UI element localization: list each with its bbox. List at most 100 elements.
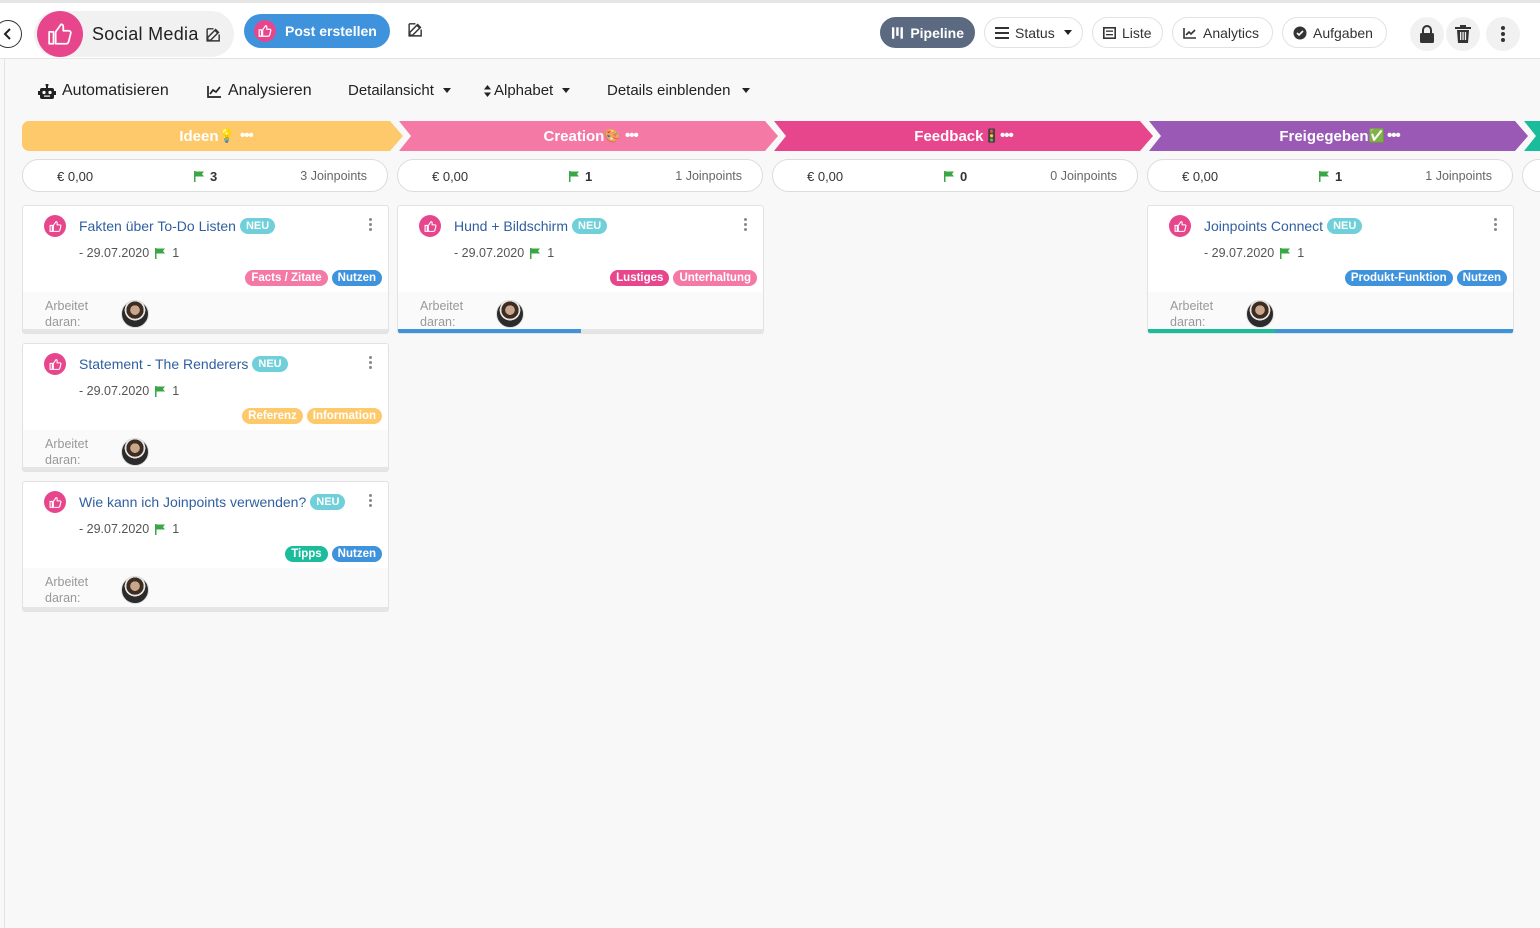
card-meta: - 29.07.2020 1 [454, 246, 554, 260]
card-menu-button[interactable] [369, 494, 372, 507]
new-badge: NEU [310, 494, 346, 510]
new-badge: NEU [1327, 218, 1363, 234]
stage-count: 1 [569, 169, 592, 184]
view-tasks-button[interactable]: Aufgaben [1282, 17, 1387, 48]
sort-label: Alphabet [494, 82, 554, 99]
pipeline-icon [891, 26, 903, 39]
avatar[interactable] [496, 300, 524, 328]
card-title[interactable]: Hund + Bildschirm NEU [454, 218, 608, 234]
tag[interactable]: Nutzen [1456, 270, 1507, 286]
chevron-left-icon [3, 28, 11, 40]
working-label: Arbeitet daran: [420, 299, 464, 329]
tag[interactable]: Produkt-Funktion [1344, 270, 1453, 286]
card-menu-button[interactable] [369, 356, 372, 369]
stage-header-feedback[interactable]: Feedback 🚦 ••• [772, 121, 1142, 151]
card-menu-button[interactable] [369, 218, 372, 231]
card-count: 1 [172, 522, 180, 536]
stage-money: € 0,00 [57, 169, 94, 184]
card-tags: Referenz Information [242, 408, 382, 424]
back-button[interactable] [0, 20, 22, 48]
card-menu-button[interactable] [744, 218, 747, 231]
new-badge: NEU [252, 356, 288, 372]
stage-emoji-creation: 🎨 [604, 128, 621, 143]
stage-stats-ideen: € 0,00 3 3 Joinpoints [22, 159, 388, 192]
view-analytics-button[interactable]: Analytics [1172, 17, 1273, 48]
post-card[interactable]: Wie kann ich Joinpoints verwenden? NEU - … [22, 481, 389, 612]
card-footer: Arbeitet daran: [23, 292, 388, 332]
delete-button[interactable] [1446, 17, 1480, 51]
progress-fill [398, 329, 581, 333]
stage-joinpoints: 1 Joinpoints [1425, 169, 1492, 183]
card-title[interactable]: Fakten über To-Do Listen NEU [79, 218, 276, 234]
tag[interactable]: Unterhaltung [673, 270, 757, 286]
stage-header-freigegeben[interactable]: Freigegeben ✅ ••• [1147, 121, 1517, 151]
progress-bar [23, 607, 388, 611]
avatar[interactable] [1246, 300, 1274, 328]
detail-view-dropdown[interactable]: Detailansicht [348, 82, 451, 99]
view-status-button[interactable]: Status [984, 17, 1083, 48]
stage-menu-freigegeben[interactable]: ••• [1387, 127, 1401, 144]
view-list-button[interactable]: Liste [1092, 17, 1163, 48]
tag[interactable]: Referenz [242, 408, 303, 424]
post-card[interactable]: Statement - The Renderers NEU - 29.07.202… [22, 343, 389, 472]
card-tags: Lustiges Unterhaltung [610, 270, 757, 286]
working-label: Arbeitet daran: [45, 575, 89, 605]
flag-icon [1319, 171, 1329, 182]
automate-button[interactable]: Automatisieren [38, 82, 169, 100]
stage-money: € 0,00 [432, 169, 469, 184]
avatar[interactable] [121, 438, 149, 466]
card-title[interactable]: Wie kann ich Joinpoints verwenden? NEU [79, 494, 346, 510]
tag[interactable]: Information [306, 408, 382, 424]
stage-menu-ideen[interactable]: ••• [240, 127, 254, 144]
create-post-button[interactable]: Post erstellen [244, 14, 390, 48]
card-title[interactable]: Joinpoints Connect NEU [1204, 218, 1363, 234]
card-meta: - 29.07.2020 1 [79, 522, 179, 536]
tag[interactable]: Facts / Zitate [245, 270, 328, 286]
edit-button[interactable] [407, 21, 424, 38]
stage-count-value: 3 [210, 169, 218, 184]
tag[interactable]: Nutzen [331, 546, 382, 562]
header-bar: Social Media Post erstellen Pipeline Sta… [0, 3, 1540, 59]
view-analytics-label: Analytics [1203, 24, 1260, 41]
card-count: 1 [547, 246, 555, 260]
view-pipeline-button[interactable]: Pipeline [880, 17, 975, 48]
working-label: Arbeitet daran: [1170, 299, 1214, 329]
card-menu-button[interactable] [1494, 218, 1497, 231]
show-details-dropdown[interactable]: Details einblenden [607, 82, 751, 99]
tag[interactable]: Tipps [285, 546, 328, 562]
view-list-label: Liste [1122, 24, 1152, 41]
flag-icon [155, 247, 166, 259]
stage-menu-creation[interactable]: ••• [625, 127, 639, 144]
table-icon [1103, 26, 1116, 39]
stage-header-ideen[interactable]: Ideen 💡 ••• [22, 121, 392, 151]
edit-board-button[interactable] [205, 26, 222, 43]
stage-money: € 0,00 [807, 169, 844, 184]
card-footer: Arbeitet daran: [398, 292, 763, 332]
analyze-button[interactable]: Analysieren [207, 82, 312, 100]
progress-bar [398, 329, 763, 333]
board-title-pill: Social Media [34, 11, 234, 57]
card-date: - 29.07.2020 [79, 522, 150, 536]
lock-button[interactable] [1410, 17, 1444, 51]
avatar[interactable] [121, 576, 149, 604]
sort-dropdown[interactable]: Alphabet [484, 82, 571, 99]
caret-down-icon [1063, 30, 1072, 35]
stage-emoji-feedback: 🚦 [983, 128, 1000, 143]
tag[interactable]: Lustiges [610, 270, 670, 286]
post-card[interactable]: Fakten über To-Do Listen NEU - 29.07.2020… [22, 205, 389, 334]
stage-header-creation[interactable]: Creation 🎨 ••• [397, 121, 767, 151]
tag[interactable]: Nutzen [331, 270, 382, 286]
flag-icon [155, 385, 166, 397]
stage-count-value: 1 [585, 169, 593, 184]
card-title[interactable]: Statement - The Renderers NEU [79, 356, 288, 372]
sort-icon [484, 84, 491, 97]
more-options-button[interactable] [1486, 17, 1520, 51]
board-avatar [37, 11, 83, 57]
card-date: - 29.07.2020 [79, 246, 150, 260]
stage-stats-creation: € 0,00 1 1 Joinpoints [397, 159, 763, 192]
post-card[interactable]: Hund + Bildschirm NEU - 29.07.2020 1 Lust… [397, 205, 764, 334]
stage-menu-feedback[interactable]: ••• [1000, 127, 1014, 144]
post-card[interactable]: Joinpoints Connect NEU - 29.07.2020 1 Pro… [1147, 205, 1514, 334]
show-details-label: Details einblenden [607, 82, 731, 99]
avatar[interactable] [121, 300, 149, 328]
